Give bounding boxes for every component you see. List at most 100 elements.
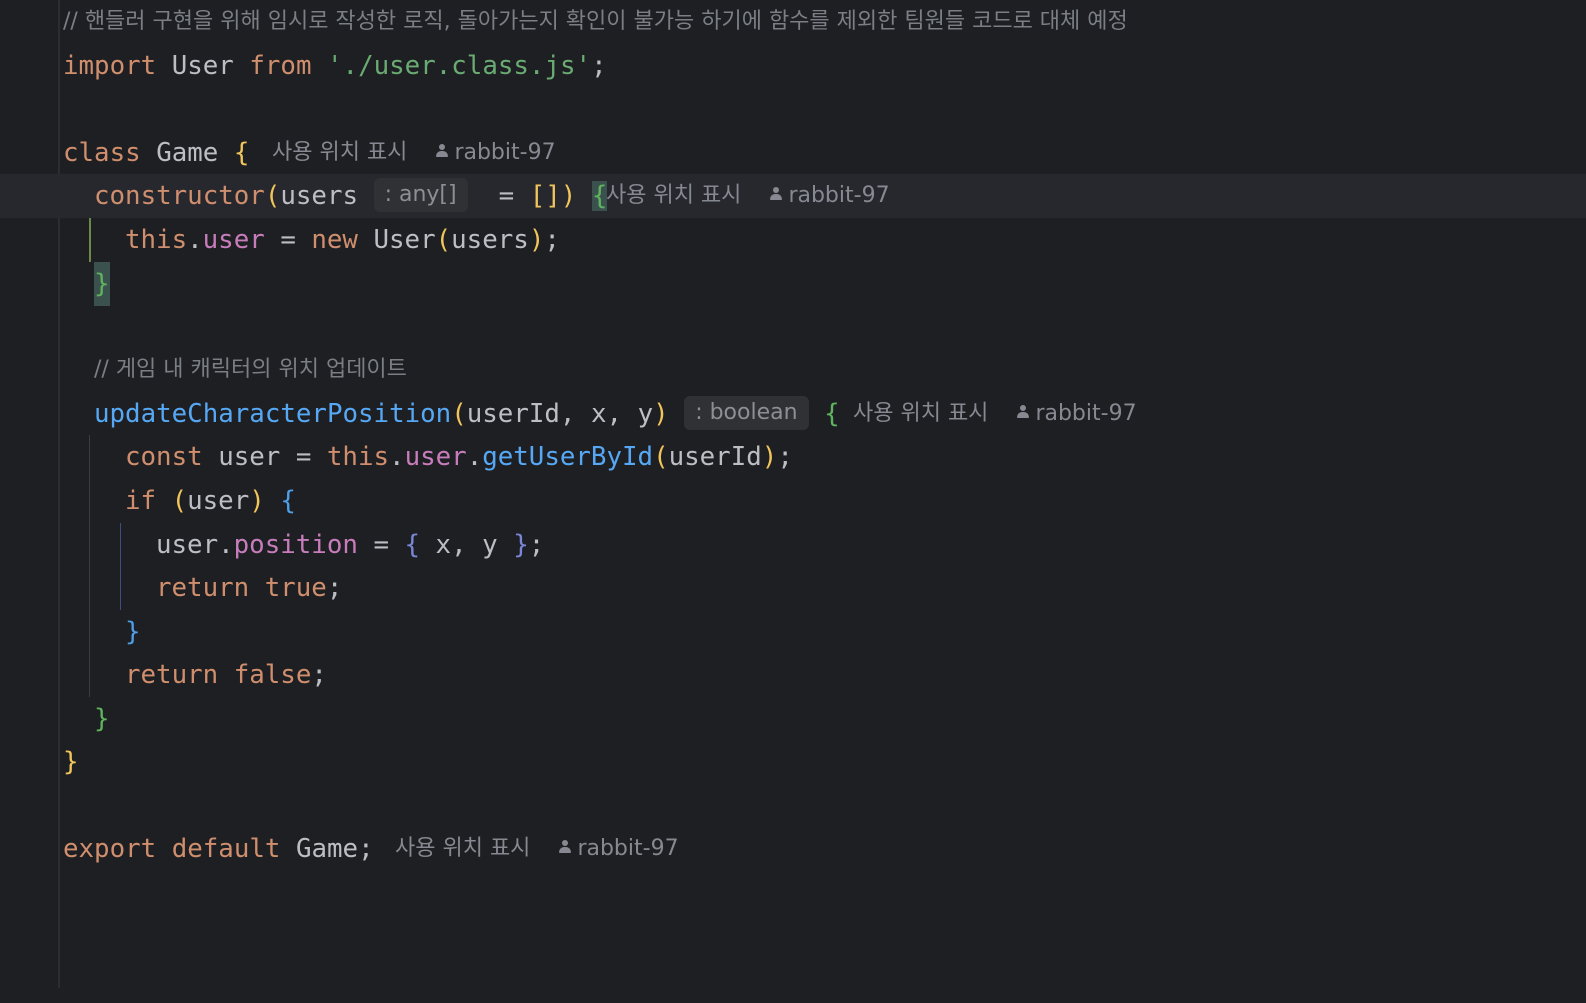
const-statement: const user = this.user.getUserById(userI… <box>125 435 793 479</box>
if-statement: if (user) { <box>125 479 296 523</box>
method-open-brace: { <box>824 399 840 429</box>
code-line-10: updateCharacterPosition(userId, x, y) : … <box>0 392 1586 436</box>
class-declaration: class Game { <box>63 131 249 175</box>
false-keyword: false <box>233 660 312 690</box>
field-user: user <box>404 442 467 472</box>
method-open-paren: ( <box>451 399 467 429</box>
param-users: users <box>280 181 359 211</box>
arg-users: users <box>451 225 529 255</box>
code-editor[interactable]: // 핸들러 구현을 위해 임시로 작성한 로직, 돌아가는지 확인이 불가능 … <box>0 0 1586 988</box>
code-line-13: user.position = { x, y }; <box>0 523 1586 567</box>
position-field: position <box>233 530 358 560</box>
constructor-keyword: constructor <box>94 181 265 211</box>
default-empty-array: [] <box>529 181 561 211</box>
code-line-14: return true; <box>0 566 1586 610</box>
constructor-open-paren: ( <box>264 181 281 211</box>
usages-link[interactable]: 사용 위치 표시 <box>606 183 741 208</box>
code-line-1: // 핸들러 구현을 위해 임시로 작성한 로직, 돌아가는지 확인이 불가능 … <box>0 0 1586 44</box>
code-line-6: this.user = new User(users); <box>0 218 1586 262</box>
class-open-brace: { <box>233 138 250 168</box>
person-icon <box>769 187 783 201</box>
assign-operator: = <box>280 225 296 255</box>
if-keyword: if <box>125 486 157 516</box>
constructor-close-brace: } <box>94 262 110 306</box>
import-path: './user.class.js' <box>327 51 592 81</box>
return-keyword: return <box>156 573 250 603</box>
author-link[interactable]: rabbit-97 <box>454 140 555 165</box>
local-user: user <box>156 530 219 560</box>
from-keyword: from <box>249 51 312 81</box>
usages-link[interactable]: 사용 위치 표시 <box>272 140 407 165</box>
if-open-brace: { <box>280 486 296 516</box>
class-close-brace: } <box>63 747 79 777</box>
author-link[interactable]: rabbit-97 <box>1035 401 1136 426</box>
return-false-statement: return false; <box>125 653 327 697</box>
code-vision-method[interactable]: 사용 위치 표시 rabbit-97 <box>853 392 1137 436</box>
default-keyword: default <box>171 834 281 864</box>
method-signature: updateCharacterPosition(userId, x, y) : … <box>94 392 840 436</box>
person-icon <box>558 840 572 854</box>
dot: . <box>218 530 234 560</box>
call-close-paren: ) <box>528 225 545 255</box>
person-icon <box>1016 405 1030 419</box>
author-link[interactable]: rabbit-97 <box>577 836 678 861</box>
if-open-paren: ( <box>171 486 188 516</box>
const-keyword: const <box>125 442 203 472</box>
object-open-brace: { <box>404 530 421 560</box>
cond-user: user <box>187 486 250 516</box>
object-literal: x, y <box>420 530 514 560</box>
object-close-brace: } <box>513 530 529 560</box>
arg-userid: userId <box>668 442 762 472</box>
export-keyword: export <box>63 834 157 864</box>
usages-link[interactable]: 사용 위치 표시 <box>853 401 988 426</box>
code-line-18: } <box>0 740 1586 784</box>
code-vision-class[interactable]: 사용 위치 표시 rabbit-97 <box>272 131 556 175</box>
code-line-20: export default Game; 사용 위치 표시 rabbit-97 <box>0 827 1586 871</box>
assign-operator: = <box>295 442 312 472</box>
dot: . <box>466 442 483 472</box>
constructor-signature: constructor(users : any[] = []) { <box>94 174 608 218</box>
call-open-paren: ( <box>435 225 452 255</box>
code-line-11: const user = this.user.getUserById(userI… <box>0 435 1586 479</box>
code-vision-constructor[interactable]: 사용 위치 표시 rabbit-97 <box>606 174 890 218</box>
user-class-ref: User <box>373 225 436 255</box>
code-vision-export[interactable]: 사용 위치 표시 rabbit-97 <box>395 827 679 871</box>
code-line-17: } <box>0 697 1586 741</box>
true-keyword: true <box>264 573 327 603</box>
method-comment: // 게임 내 캐릭터의 위치 업데이트 <box>94 357 407 382</box>
call-open-paren: ( <box>653 442 669 472</box>
if-close-paren: ) <box>249 486 265 516</box>
assign-operator: = <box>373 530 389 560</box>
constructor-close-paren: ) <box>560 181 577 211</box>
semicolon: ; <box>591 51 607 81</box>
class-keyword: class <box>63 138 141 168</box>
semicolon: ; <box>544 225 560 255</box>
method-close-brace: } <box>94 704 110 734</box>
dot: . <box>389 442 405 472</box>
method-close-paren: ) <box>653 399 669 429</box>
header-comment: // 핸들러 구현을 위해 임시로 작성한 로직, 돌아가는지 확인이 불가능 … <box>63 9 1128 34</box>
this-keyword: this <box>125 225 188 255</box>
author-link[interactable]: rabbit-97 <box>788 183 889 208</box>
code-line-15: } <box>0 610 1586 654</box>
person-icon <box>435 144 449 158</box>
class-name: Game <box>156 138 219 168</box>
code-line-7: } <box>0 262 1586 306</box>
return-keyword: return <box>125 660 219 690</box>
code-line-9: // 게임 내 캐릭터의 위치 업데이트 <box>0 348 1586 392</box>
position-assignment: user.position = { x, y }; <box>156 523 544 567</box>
method-getuserbyid: getUserById <box>482 442 654 472</box>
method-name: updateCharacterPosition <box>94 399 452 429</box>
type-hint-any: : any[] <box>373 177 468 212</box>
semicolon: ; <box>326 573 343 603</box>
new-keyword: new <box>311 225 358 255</box>
assign-operator: = <box>498 181 515 211</box>
method-params: userId, x, y <box>466 399 654 429</box>
usages-link[interactable]: 사용 위치 표시 <box>395 836 530 861</box>
this-keyword: this <box>326 442 390 472</box>
code-line-16: return false; <box>0 653 1586 697</box>
import-keyword: import <box>63 51 157 81</box>
local-user: user <box>218 442 281 472</box>
import-name: User <box>171 51 234 81</box>
semicolon: ; <box>777 442 793 472</box>
